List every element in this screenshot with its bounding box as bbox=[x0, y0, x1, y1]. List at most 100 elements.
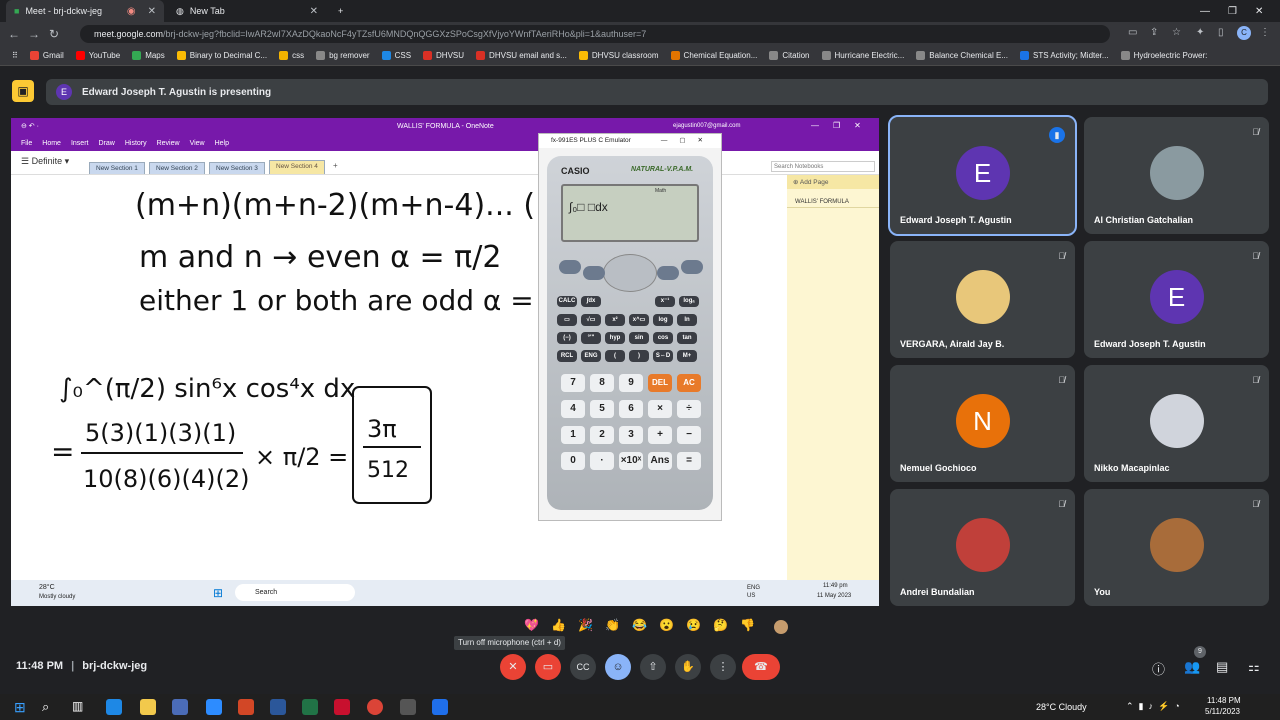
meet-favicon-icon: ■ bbox=[14, 6, 20, 16]
leave-call-button[interactable]: ☎ bbox=[742, 654, 780, 680]
app-icon[interactable] bbox=[432, 699, 448, 715]
bookmark-item[interactable]: CSS bbox=[381, 51, 411, 60]
bookmark-item[interactable]: YouTube bbox=[75, 51, 120, 60]
extensions-icon[interactable]: ✦ bbox=[1196, 27, 1204, 38]
new-tab-button[interactable]: + bbox=[330, 0, 351, 22]
calc-key: ∫dx bbox=[581, 296, 601, 307]
close-tab-icon[interactable]: ✕ bbox=[310, 6, 318, 17]
bookmark-item[interactable]: Hydroelectric Power: bbox=[1120, 51, 1207, 60]
calc-key: sin bbox=[629, 332, 649, 344]
reaction-emoji[interactable]: 🤔 bbox=[713, 618, 728, 632]
url-field[interactable]: meet.google.com/brj-dckw-jeg?fbclid=IwAR… bbox=[80, 25, 1110, 43]
bookmark-item[interactable]: DHVSU classroom bbox=[578, 51, 659, 60]
reaction-emoji[interactable]: 💖 bbox=[524, 618, 539, 632]
bookmark-item[interactable]: css bbox=[279, 51, 304, 60]
bookmark-item[interactable]: Hurricane Electric... bbox=[821, 51, 904, 60]
mic-off-button[interactable]: ✕ bbox=[500, 654, 526, 680]
reaction-emoji[interactable]: 👏 bbox=[605, 618, 620, 632]
close-tab-icon[interactable]: ✕ bbox=[148, 6, 156, 17]
obs-icon[interactable] bbox=[400, 699, 416, 715]
reaction-emoji[interactable]: 😂 bbox=[632, 618, 647, 632]
more-options-button[interactable]: ⋮ bbox=[710, 654, 736, 680]
participant-tile[interactable]: 🎙̸ Nikko Macapinlac bbox=[1084, 365, 1269, 482]
back-icon[interactable]: ← bbox=[4, 27, 24, 41]
store-icon[interactable] bbox=[172, 699, 188, 715]
powerpoint-icon[interactable] bbox=[238, 699, 254, 715]
sidepanel-icon[interactable]: ▯ bbox=[1218, 27, 1224, 38]
excel-icon[interactable] bbox=[302, 699, 318, 715]
meeting-code: brj-dckw-jeg bbox=[82, 660, 148, 672]
captions-button[interactable]: CC bbox=[570, 654, 596, 680]
skin-tone-picker[interactable] bbox=[774, 620, 788, 634]
word-icon[interactable] bbox=[270, 699, 286, 715]
participant-tile[interactable]: 🎙̸ Al Christian Gatchalian bbox=[1084, 117, 1269, 234]
tab-meet[interactable]: ■ Meet - brj-dckw-jeg ◉ ✕ bbox=[6, 0, 164, 22]
participant-tile[interactable]: E 🎙̸ Edward Joseph T. Agustin bbox=[1084, 241, 1269, 358]
reaction-emoji[interactable]: 👍 bbox=[551, 618, 566, 632]
participant-tile[interactable]: N 🎙̸ Nemuel Gochioco bbox=[890, 365, 1075, 482]
add-page: ⊕ Add Page bbox=[787, 175, 879, 189]
edge-icon[interactable] bbox=[106, 699, 122, 715]
bookmark-item[interactable]: DHVSU email and s... bbox=[476, 51, 567, 60]
people-icon[interactable]: 👥 bbox=[1184, 659, 1200, 675]
emoji-button[interactable]: ☺ bbox=[605, 654, 631, 680]
windows-start-icon[interactable]: ⊞ bbox=[14, 699, 26, 716]
tab-new-tab[interactable]: ◍ New Tab ✕ bbox=[168, 0, 326, 22]
apps-grid-icon[interactable]: ⠿ bbox=[12, 51, 18, 60]
bookmark-item[interactable]: Maps bbox=[132, 51, 165, 60]
onenote-title: WALLIS' FORMULA - OneNote bbox=[397, 123, 494, 130]
participant-tile[interactable]: 🎙̸ Andrei Bundalian bbox=[890, 489, 1075, 606]
onenote-menu-item: Review bbox=[156, 140, 180, 147]
share-icon[interactable]: ⇪ bbox=[1150, 27, 1158, 38]
calc-key: S⇔D bbox=[653, 350, 673, 362]
minimize-icon[interactable]: — bbox=[1200, 6, 1210, 17]
cast-icon[interactable]: ▭ bbox=[1128, 27, 1137, 38]
chrome-icon[interactable] bbox=[367, 699, 383, 715]
reaction-emoji[interactable]: 👎 bbox=[740, 618, 755, 632]
present-button[interactable]: ⇧ bbox=[640, 654, 666, 680]
bookmark-item[interactable]: Gmail bbox=[29, 51, 64, 60]
bookmark-favicon-icon bbox=[670, 51, 680, 60]
info-icon[interactable]: ⓘ bbox=[1152, 659, 1165, 678]
profile-avatar[interactable]: C bbox=[1237, 26, 1251, 40]
task-view-icon[interactable]: ▥ bbox=[72, 699, 83, 713]
reaction-emoji[interactable]: 🎉 bbox=[578, 618, 593, 632]
menu-kebab-icon[interactable]: ⋮ bbox=[1260, 27, 1270, 38]
bookmark-favicon-icon bbox=[769, 51, 779, 60]
mic-muted-icon: 🎙̸ bbox=[1252, 499, 1259, 509]
bookmark-favicon-icon bbox=[29, 51, 39, 60]
reaction-emoji[interactable]: 😢 bbox=[686, 618, 701, 632]
search-icon[interactable]: ⌕ bbox=[42, 699, 49, 715]
mail-icon[interactable] bbox=[206, 699, 222, 715]
file-explorer-icon[interactable] bbox=[140, 699, 156, 715]
bookmark-item[interactable]: Balance Chemical E... bbox=[916, 51, 1008, 60]
window-controls: — ❐ ✕ bbox=[1192, 0, 1271, 22]
activities-icon[interactable]: ⚏ bbox=[1248, 659, 1260, 675]
bookmark-item[interactable]: DHVSU bbox=[423, 51, 464, 60]
onenote-search: Search Notebooks bbox=[771, 161, 875, 172]
restore-icon[interactable]: ❐ bbox=[1228, 6, 1237, 17]
reload-icon[interactable]: ↻ bbox=[44, 27, 64, 41]
close-window-icon[interactable]: ✕ bbox=[1255, 6, 1263, 17]
reaction-emoji[interactable]: 😮 bbox=[659, 618, 674, 632]
bookmark-item[interactable]: Binary to Decimal C... bbox=[176, 51, 267, 60]
acrobat-icon[interactable] bbox=[334, 699, 350, 715]
forward-icon[interactable]: → bbox=[24, 27, 44, 41]
bookmark-star-icon[interactable]: ☆ bbox=[1172, 27, 1181, 38]
bookmark-item[interactable]: Citation bbox=[769, 51, 810, 60]
bookmark-item[interactable]: Chemical Equation... bbox=[670, 51, 757, 60]
participant-tile[interactable]: E ▮ Edward Joseph T. Agustin bbox=[888, 115, 1077, 236]
presentation-icon[interactable]: ▣ bbox=[12, 80, 34, 102]
participant-tile[interactable]: 🎙̸ You bbox=[1084, 489, 1269, 606]
bookmark-item[interactable]: STS Activity; Midter... bbox=[1020, 51, 1109, 60]
chat-icon[interactable]: ▤ bbox=[1216, 659, 1228, 675]
calc-key: 3 bbox=[619, 426, 643, 444]
raise-hand-button[interactable]: ✋ bbox=[675, 654, 701, 680]
note-answer-numerator: 3π bbox=[367, 415, 397, 443]
bookmark-item[interactable]: bg remover bbox=[316, 51, 370, 60]
camera-off-button[interactable]: ▭ bbox=[535, 654, 561, 680]
participant-tile[interactable]: 🎙̸ VERGARA, Airald Jay B. bbox=[890, 241, 1075, 358]
calc-key: + bbox=[648, 426, 672, 444]
participant-name: Edward Joseph T. Agustin bbox=[900, 215, 1012, 225]
onenote-menu-item: File bbox=[21, 140, 33, 147]
